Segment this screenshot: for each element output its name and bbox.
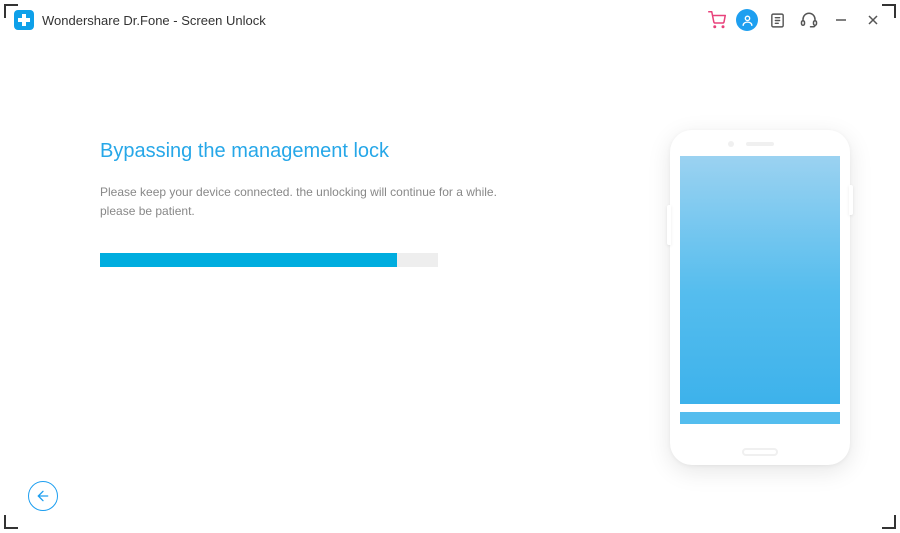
status-subtext: Please keep your device connected. the u… [100,183,500,221]
phone-home-button [742,448,778,456]
phone-body [670,130,850,465]
subtext-line: Please keep your device connected. the u… [100,185,497,199]
app-logo-icon [14,10,34,30]
app-title: Wondershare Dr.Fone - Screen Unlock [42,13,266,28]
phone-volume-button [667,205,671,245]
phone-power-button [849,185,853,215]
progress-fill [100,253,397,267]
titlebar: Wondershare Dr.Fone - Screen Unlock [0,0,900,40]
app-window: Wondershare Dr.Fone - Screen Unlock [0,0,900,533]
back-button[interactable] [28,481,58,511]
phone-bottom-bar [680,412,840,424]
phone-screen [680,156,840,404]
subtext-line: please be patient. [100,204,195,218]
cart-button[interactable] [704,7,730,33]
account-button[interactable] [736,9,758,31]
status-panel: Bypassing the management lock Please kee… [100,140,500,267]
phone-speaker [746,142,774,146]
phone-camera [728,141,734,147]
phone-illustration [670,130,850,465]
minimize-button[interactable] [828,7,854,33]
status-heading: Bypassing the management lock [100,140,500,163]
close-button[interactable] [860,7,886,33]
corner-mark [882,515,896,529]
main-content: Bypassing the management lock Please kee… [0,40,900,267]
feedback-button[interactable] [764,7,790,33]
corner-mark [4,515,18,529]
support-button[interactable] [796,7,822,33]
progress-bar [100,253,438,267]
